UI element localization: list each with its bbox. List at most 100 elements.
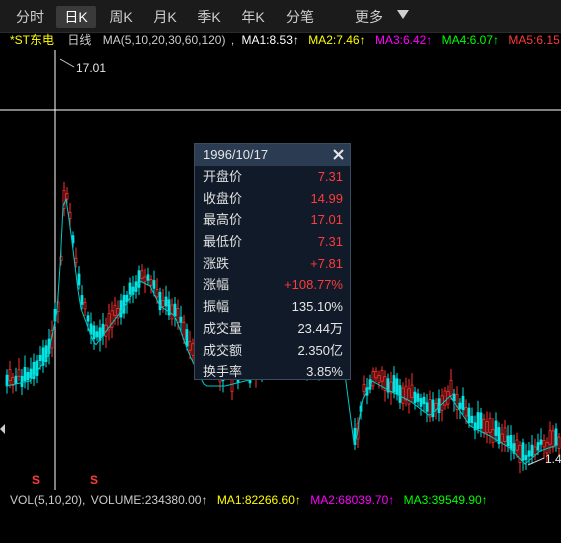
tooltip-label: 振幅: [203, 299, 230, 315]
candle-body: [410, 384, 414, 398]
tooltip-row-close: 收盘价 14.99: [195, 188, 350, 210]
signal-marker-1: S: [32, 473, 40, 487]
candle-body: [392, 375, 396, 393]
candle-body: [503, 427, 507, 442]
candle-body: [119, 300, 123, 318]
tab-weekly-k[interactable]: 周K: [102, 6, 140, 28]
candle-body: [140, 270, 144, 279]
candle-body: [68, 211, 72, 219]
candle-body: [554, 428, 558, 446]
candle-body: [524, 455, 528, 461]
candle-body: [401, 387, 405, 405]
tab-more[interactable]: 更多: [350, 6, 388, 28]
scroll-left-icon[interactable]: [0, 424, 5, 434]
candle-body: [407, 388, 411, 405]
vol-ma2-value: MA2:68039.70↑: [310, 493, 395, 507]
tooltip-header: 1996/10/17: [195, 144, 350, 166]
candle-body: [464, 407, 468, 417]
candle-body: [83, 302, 87, 310]
candle-body: [500, 433, 504, 443]
candle-info-tooltip: 1996/10/17 开盘价 7.31 收盘价 14.99 最高价 17.01 最低价…: [194, 143, 351, 380]
candle-body: [185, 329, 189, 347]
tooltip-value: 2.350亿: [297, 342, 343, 358]
tab-daily-k[interactable]: 日K: [56, 6, 96, 28]
candle-body: [38, 354, 42, 362]
tooltip-label: 成交额: [203, 342, 243, 358]
tooltip-value: +7.81: [310, 255, 343, 271]
tooltip-value: 7.31: [317, 169, 343, 184]
candle-body: [443, 390, 447, 406]
candle-body: [8, 369, 12, 382]
close-icon[interactable]: [331, 146, 346, 163]
candle-body: [173, 303, 177, 317]
volume-indicator-line: VOL(5,10,20), VOLUME:234380.00↑ MA1:8226…: [10, 491, 488, 509]
candle-body: [494, 420, 498, 436]
tooltip-label: 开盘价: [203, 169, 243, 184]
candle-body: [488, 418, 492, 433]
candle-body: [128, 282, 132, 295]
candle-body: [413, 391, 417, 404]
candle-body: [461, 395, 465, 411]
ma-separator: ,: [230, 33, 235, 47]
period-tab-bar: 分时 日K 周K 月K 季K 年K 分笔 更多: [0, 0, 561, 33]
candle-body: [143, 276, 147, 283]
candle-body: [23, 366, 27, 382]
candle-body: [479, 412, 483, 429]
tab-intraday[interactable]: 分时: [12, 6, 48, 28]
ma3-value: MA3:6.42↑: [374, 33, 433, 47]
ma4-value: MA4:6.07↑: [441, 33, 500, 47]
chevron-down-icon[interactable]: [397, 10, 409, 19]
candle-body: [362, 383, 366, 393]
candle-body: [536, 442, 540, 451]
tab-tick[interactable]: 分笔: [282, 6, 318, 28]
tooltip-row-turnover-rate: 换手率 3.85%: [195, 361, 350, 383]
candle-body: [485, 421, 489, 434]
tooltip-rows: 开盘价 7.31 收盘价 14.99 最高价 17.01 最低价 7.31 涨跌 +7.8…: [195, 166, 350, 383]
stock-name: *ST东电: [10, 33, 55, 47]
tooltip-label: 换手率: [203, 364, 243, 380]
candle-body: [122, 294, 126, 314]
candle-body: [35, 360, 39, 376]
tooltip-label: 收盘价: [203, 190, 243, 206]
tooltip-row-turnover-amount: 成交额 2.350亿: [195, 340, 350, 362]
candle-body: [458, 402, 462, 409]
candle-body: [470, 415, 474, 424]
tab-monthly-k[interactable]: 月K: [146, 6, 184, 28]
tooltip-label: 涨幅: [203, 277, 230, 293]
vol-ma3-value: MA3:39549.90↑: [403, 493, 488, 507]
candle-body: [506, 435, 510, 447]
candle-body: [92, 325, 96, 340]
candle-body: [515, 439, 519, 451]
signal-marker-2: S: [90, 473, 98, 487]
candle-body: [74, 257, 78, 263]
tab-yearly-k[interactable]: 年K: [234, 6, 272, 28]
tooltip-value: 135.10%: [291, 299, 343, 315]
candle-body: [86, 315, 90, 322]
tooltip-row-open: 开盘价 7.31: [195, 166, 350, 188]
ma2-value: MA2:7.46↑: [308, 33, 366, 47]
candle-body: [164, 296, 168, 307]
tooltip-row-high: 最高价 17.01: [195, 209, 350, 231]
max-price-label: 17.01: [76, 61, 106, 75]
candle-body: [509, 435, 513, 450]
tooltip-label: 最高价: [203, 212, 243, 228]
candle-body: [476, 412, 480, 430]
max-price-pointer: [59, 58, 75, 68]
candle-body: [449, 379, 453, 396]
candle-body: [158, 292, 162, 311]
candle-body: [467, 407, 471, 424]
candle-body: [188, 340, 192, 351]
tab-quarterly-k[interactable]: 季K: [190, 6, 228, 28]
candle-body: [14, 375, 18, 384]
vol-ma1-value: MA1:82266.60↑: [216, 493, 301, 507]
candle-body: [77, 273, 81, 286]
ma1-value: MA1:8.53↑: [241, 33, 299, 47]
candle-body: [482, 418, 486, 433]
candle-body: [176, 308, 180, 324]
candle-body: [425, 402, 429, 412]
candle-body: [149, 278, 153, 286]
ma-params: MA(5,10,20,30,60,120): [102, 33, 226, 47]
candle-body: [530, 444, 534, 457]
candle-body: [380, 370, 384, 382]
tooltip-row-amplitude: 振幅 135.10%: [195, 296, 350, 318]
